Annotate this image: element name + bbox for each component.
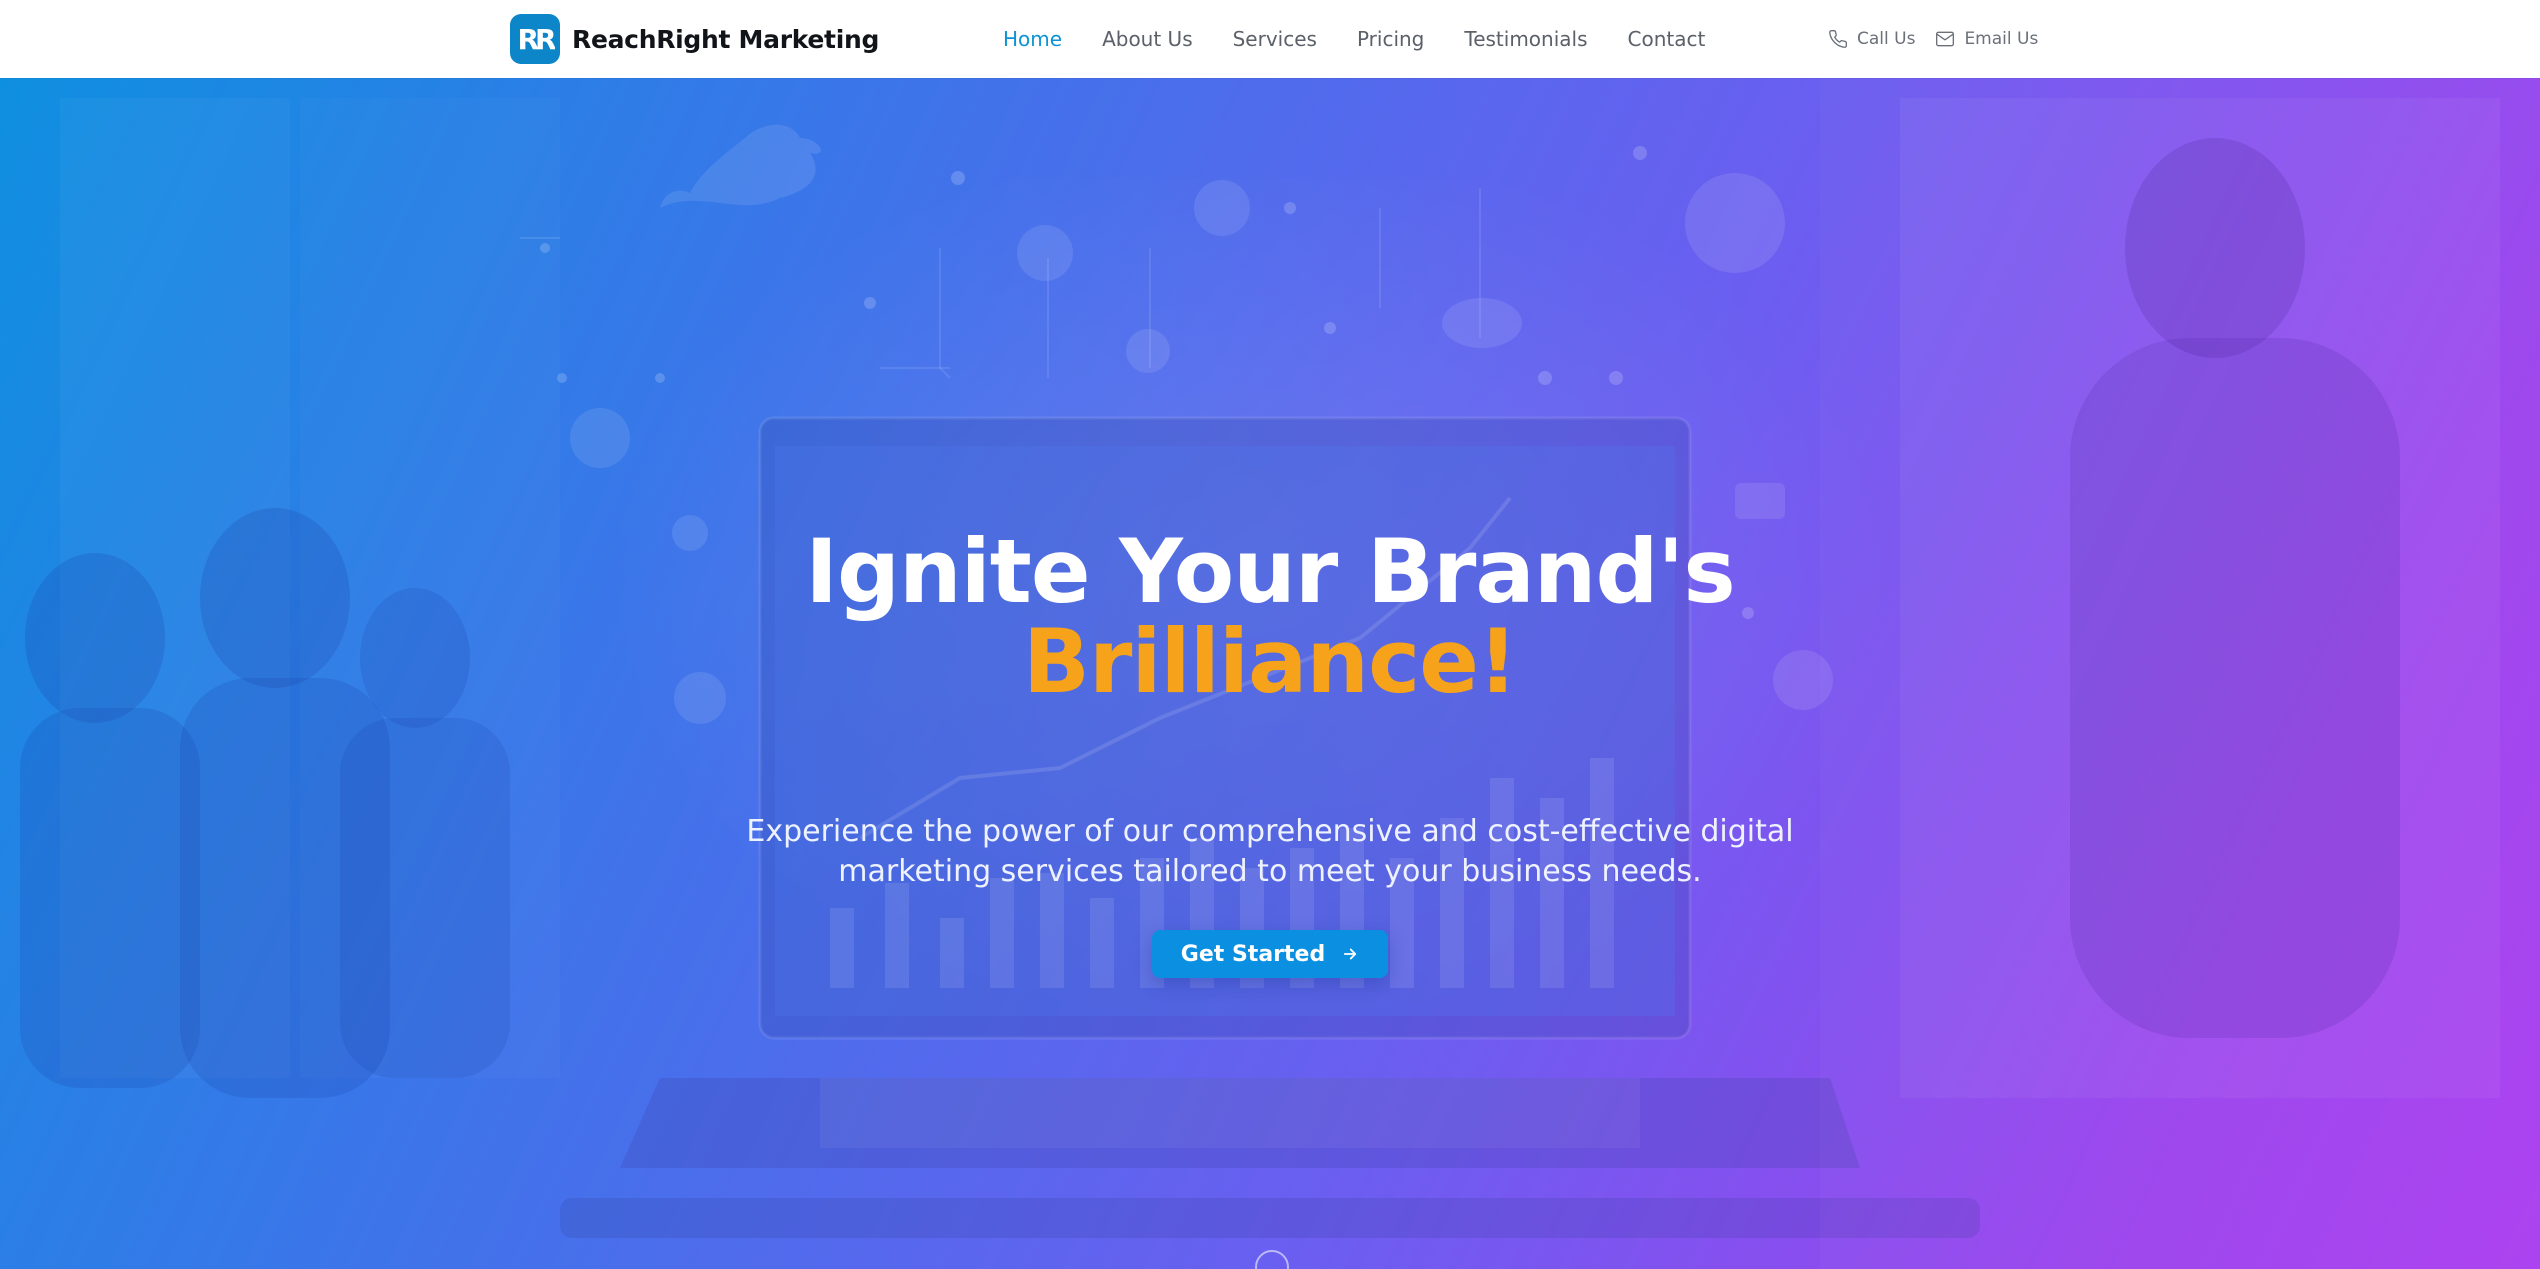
contact-actions: Call Us Email Us xyxy=(1828,0,2038,78)
hero-headline: Ignite Your Brand's xyxy=(805,520,1736,623)
email-us-link[interactable]: Email Us xyxy=(1935,29,2038,49)
hero-section: Ignite Your Brand's Brilliance! Experien… xyxy=(0,78,2540,1269)
mail-icon xyxy=(1936,31,1955,47)
nav-home[interactable]: Home xyxy=(983,0,1082,78)
scroll-down-icon[interactable] xyxy=(1255,1250,1289,1269)
nav-services[interactable]: Services xyxy=(1213,0,1337,78)
logo-icon: RR xyxy=(510,14,560,64)
email-us-label: Email Us xyxy=(1964,29,2039,49)
nav-about-us[interactable]: About Us xyxy=(1082,0,1213,78)
hero-content: Ignite Your Brand's Brilliance! Experien… xyxy=(0,78,2540,1269)
brand-link[interactable]: RR ReachRight Marketing xyxy=(510,12,879,66)
svg-text:RR: RR xyxy=(517,23,555,55)
nav-testimonials[interactable]: Testimonials xyxy=(1444,0,1607,78)
nav-contact[interactable]: Contact xyxy=(1608,0,1726,78)
phone-icon xyxy=(1829,29,1848,48)
get-started-button[interactable]: Get Started xyxy=(1152,930,1388,978)
site-header: RR ReachRight Marketing Home About Us Se… xyxy=(0,0,2540,78)
hero-headline-accent: Brilliance! xyxy=(1022,610,1518,713)
brand-name: ReachRight Marketing xyxy=(572,24,880,54)
arrow-right-icon xyxy=(1344,948,1357,960)
call-us-label: Call Us xyxy=(1857,29,1916,49)
hero-subheadline: Experience the power of our comprehensiv… xyxy=(746,814,1794,889)
nav-pricing[interactable]: Pricing xyxy=(1337,0,1444,78)
main-nav: Home About Us Services Pricing Testimoni… xyxy=(983,0,1725,78)
get-started-label: Get Started xyxy=(1180,941,1326,967)
call-us-link[interactable]: Call Us xyxy=(1828,29,1915,49)
